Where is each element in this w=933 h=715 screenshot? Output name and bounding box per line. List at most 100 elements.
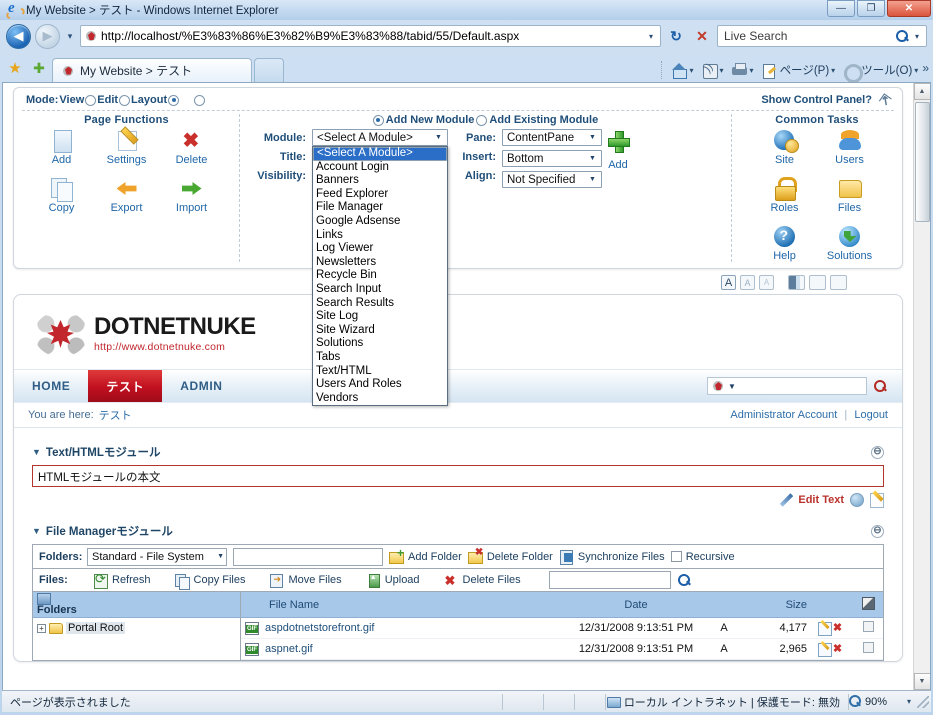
chevron-down-icon[interactable]: ▼ — [586, 176, 599, 183]
minimize-module-icon[interactable]: ⊖ — [871, 524, 884, 538]
feeds-caret-icon[interactable]: ▾ — [720, 66, 724, 75]
minimize-module-icon[interactable]: ⊖ — [871, 445, 884, 459]
module-globe-icon[interactable] — [849, 492, 864, 507]
page-function-import[interactable]: Import — [164, 176, 219, 214]
file-filter-search-icon[interactable] — [677, 573, 692, 588]
module-option[interactable]: <Select A Module> — [313, 147, 447, 161]
tools-menu-button[interactable]: ツール(O) ▾ — [839, 62, 921, 83]
back-button[interactable]: ◀ — [6, 23, 31, 49]
folder-tree-row[interactable]: + Portal Root — [33, 618, 240, 638]
module-option[interactable]: Text/HTML — [313, 365, 447, 379]
add-module-action[interactable]: Add — [608, 129, 630, 171]
page-function-settings[interactable]: Settings — [99, 128, 154, 166]
module-option[interactable]: Search Input — [313, 283, 447, 297]
chevron-down-icon[interactable]: ▼ — [586, 155, 599, 162]
mode-radio-view[interactable] — [85, 94, 97, 106]
module-option[interactable]: Google Adsense — [313, 215, 447, 229]
mode-radio-layout[interactable] — [168, 94, 180, 106]
table-row[interactable]: aspnet.gif 12/31/2008 9:13:51 PM A 2,965… — [241, 639, 883, 660]
folder-provider-select[interactable]: Standard - File System ▼ — [87, 547, 227, 566]
module-option[interactable]: Users And Roles — [313, 378, 447, 392]
module-option[interactable]: Account Login — [313, 161, 447, 175]
minimize-button[interactable]: — — [827, 0, 855, 17]
search-provider-dropdown-icon[interactable]: ▾ — [910, 32, 924, 41]
print-caret-icon[interactable]: ▾ — [750, 66, 754, 75]
collapse-triangle-icon[interactable]: ▼ — [32, 447, 41, 457]
zoom-caret-icon[interactable]: ▾ — [907, 697, 911, 706]
nav-item-admin[interactable]: ADMIN — [162, 370, 240, 402]
add-existing-module-radio[interactable] — [476, 114, 488, 126]
new-tab-button[interactable] — [254, 58, 284, 82]
site-search-input[interactable]: ▼ — [707, 377, 867, 395]
close-button[interactable]: ✕ — [887, 0, 931, 17]
column-size[interactable]: Size — [737, 599, 807, 611]
add-to-favorites-icon[interactable]: ✚ — [28, 57, 50, 79]
common-task-solutions[interactable]: Solutions — [822, 224, 877, 262]
scroll-down-button[interactable]: ▼ — [913, 673, 930, 690]
site-search-button-icon[interactable] — [873, 379, 888, 394]
move-files-button[interactable]: Move Files — [269, 573, 342, 588]
expand-icon[interactable]: + — [37, 623, 46, 633]
search-input[interactable]: Live Search ▾ — [717, 25, 927, 47]
stop-button[interactable]: ✕ — [691, 25, 713, 47]
module-options-dropdown[interactable]: <Select A Module> Account Login Banners … — [312, 146, 448, 407]
module-option[interactable]: Recycle Bin — [313, 269, 447, 283]
common-task-files[interactable]: Files — [822, 176, 877, 214]
address-history-dropdown-icon[interactable]: ▾ — [644, 32, 658, 41]
module-option[interactable]: Solutions — [313, 337, 447, 351]
collapse-triangle-icon[interactable]: ▼ — [32, 526, 41, 536]
home-caret-icon[interactable]: ▾ — [690, 66, 694, 75]
copy-files-button[interactable]: Copy Files — [174, 573, 246, 590]
module-option[interactable]: Site Wizard — [313, 324, 447, 338]
delete-icon[interactable]: ✖ — [833, 622, 842, 634]
delete-files-button[interactable]: Delete Files — [444, 573, 521, 589]
pane-select[interactable]: ContentPane ▼ — [502, 129, 602, 146]
recursive-checkbox-group[interactable]: Recursive — [670, 551, 735, 563]
edit-icon[interactable] — [817, 643, 832, 657]
mode-selector[interactable]: Mode: View Edit Layout — [26, 94, 206, 106]
module-option[interactable]: Links — [313, 229, 447, 243]
module-option[interactable]: Banners — [313, 174, 447, 188]
align-select[interactable]: Not Specified ▼ — [502, 171, 602, 188]
search-provider-caret-icon[interactable]: ▼ — [728, 382, 736, 391]
address-input[interactable]: http://localhost/%E3%83%86%E3%82%B9%E3%8… — [80, 25, 661, 47]
add-new-module-radio[interactable] — [372, 114, 384, 126]
favorites-star-icon[interactable]: ★ — [4, 57, 26, 79]
refresh-button[interactable]: Refresh — [93, 571, 151, 589]
table-row[interactable]: aspdotnetstorefront.gif 12/31/2008 9:13:… — [241, 618, 883, 639]
new-folder-name-input[interactable] — [233, 547, 383, 566]
module-option[interactable]: Tabs — [313, 351, 447, 365]
module-option[interactable]: Site Log — [313, 310, 447, 324]
file-select-cell[interactable] — [853, 642, 883, 656]
file-filter-input[interactable] — [548, 571, 671, 589]
font-size-small-button[interactable]: A — [721, 275, 736, 290]
dotnetnuke-logo[interactable]: DOTNETNUKE http://www.dotnetnuke.com — [34, 311, 256, 357]
print-button[interactable]: ▾ — [728, 62, 757, 79]
nav-item-home[interactable]: HOME — [14, 370, 88, 402]
logout-link[interactable]: Logout — [854, 409, 888, 421]
font-size-medium-button[interactable]: A — [740, 275, 755, 290]
module-option[interactable]: Feed Explorer — [313, 188, 447, 202]
delete-folder-button[interactable]: Delete Folder — [467, 547, 553, 564]
module-option[interactable]: File Manager — [313, 201, 447, 215]
maximize-button[interactable]: ❐ — [857, 0, 885, 17]
row-checkbox[interactable] — [862, 642, 874, 653]
scroll-up-button[interactable]: ▲ — [913, 83, 930, 100]
page-function-copy[interactable]: Copy — [34, 176, 89, 214]
resize-grip[interactable] — [917, 695, 929, 708]
layout-option-3-button[interactable] — [830, 275, 847, 290]
column-file-name[interactable]: File Name — [241, 599, 561, 611]
browser-tab[interactable]: My Website > テスト — [52, 58, 252, 82]
row-checkbox[interactable] — [862, 621, 874, 632]
home-button[interactable]: ▾ — [668, 62, 697, 79]
mode-radio-extra[interactable] — [194, 94, 206, 106]
recent-pages-dropdown[interactable]: ▾ — [64, 31, 76, 42]
page-caret-icon[interactable]: ▾ — [831, 66, 835, 75]
page-menu-button[interactable]: ページ(P) ▾ — [758, 62, 839, 79]
chevron-down-icon[interactable]: ▼ — [432, 134, 445, 141]
common-task-help[interactable]: Help — [757, 224, 812, 262]
delete-icon[interactable]: ✖ — [833, 643, 842, 655]
module-option[interactable]: Vendors — [313, 392, 447, 406]
security-zone[interactable]: ローカル イントラネット | 保護モード: 無効 — [606, 694, 848, 710]
vertical-scrollbar[interactable]: ▲ ▼ — [913, 83, 930, 690]
